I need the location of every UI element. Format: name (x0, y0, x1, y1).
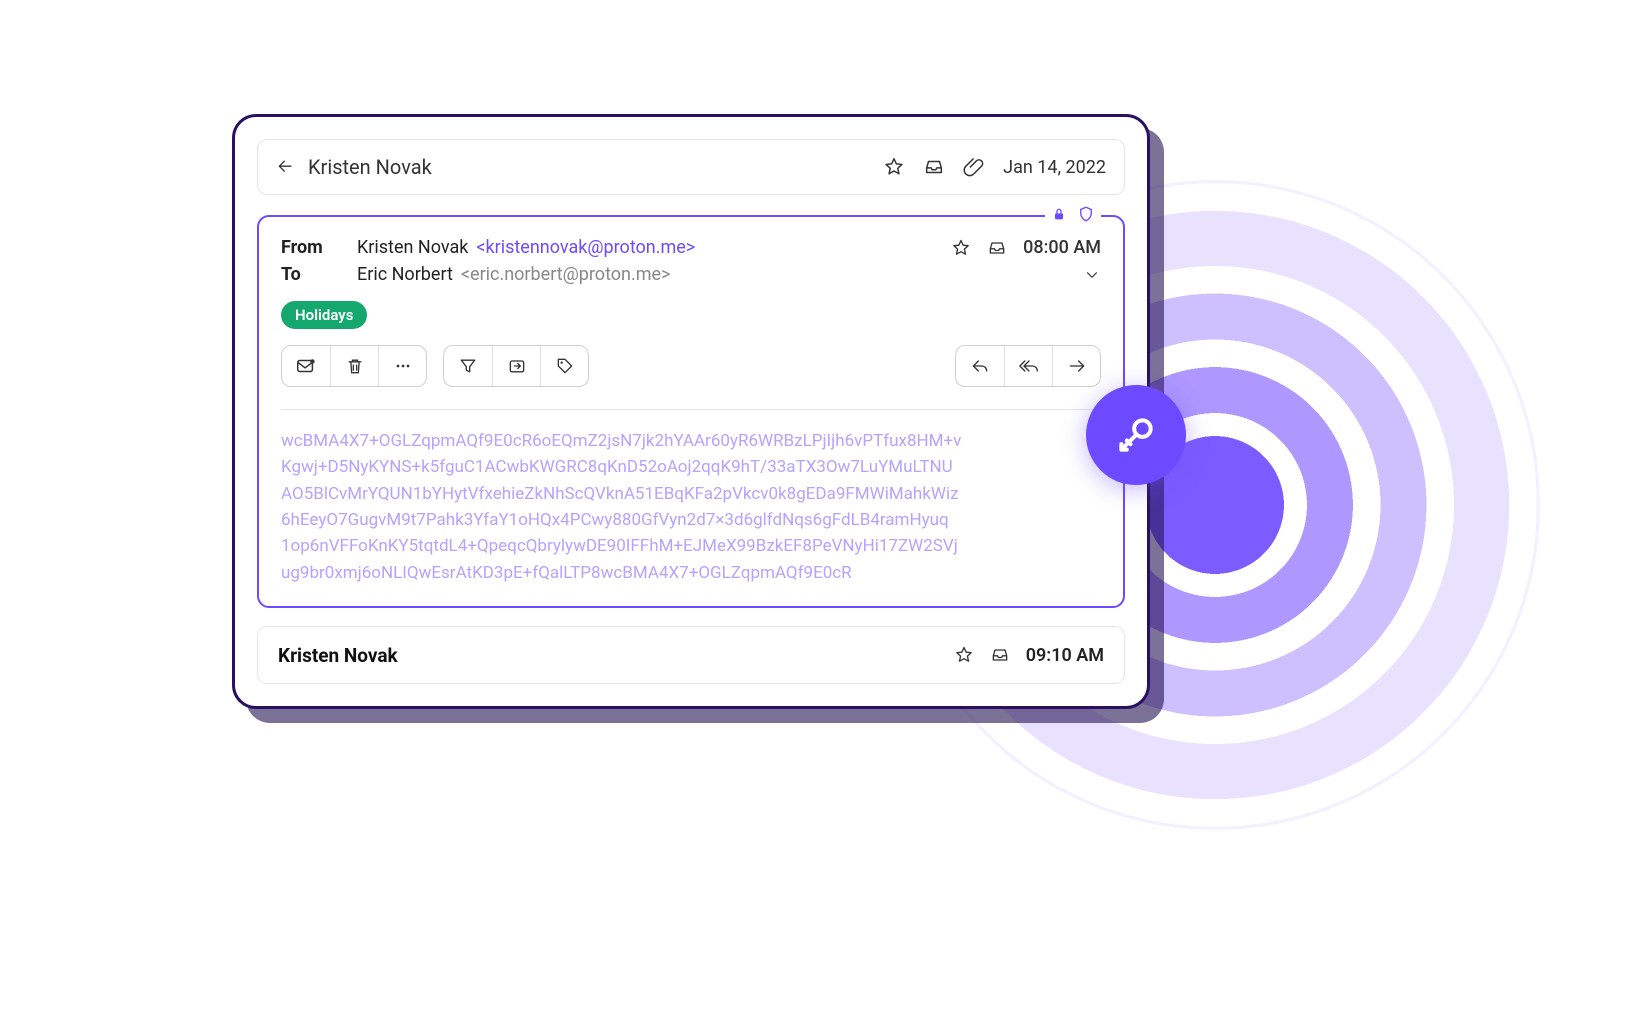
reply-button[interactable] (956, 346, 1004, 386)
more-button[interactable] (378, 346, 426, 386)
thread-date: Jan 14, 2022 (1003, 157, 1106, 178)
move-to-icon (507, 356, 527, 376)
label-button[interactable] (540, 346, 588, 386)
email-card: Kristen Novak Jan 14, 2022 (232, 114, 1150, 709)
key-icon (1114, 413, 1158, 457)
lock-icon (1051, 206, 1067, 222)
trash-button[interactable] (330, 346, 378, 386)
paperclip-icon[interactable] (963, 156, 985, 178)
thread-header: Kristen Novak Jan 14, 2022 (257, 139, 1125, 195)
message-time: 08:00 AM (1023, 237, 1101, 258)
reply-icon (970, 356, 990, 376)
star-icon[interactable] (883, 156, 905, 178)
list-item-sender: Kristen Novak (278, 644, 398, 667)
chevron-down-icon[interactable] (1083, 266, 1101, 284)
list-item-time: 09:10 AM (1026, 645, 1104, 666)
from-label: From (281, 237, 357, 258)
label-icon (555, 356, 575, 376)
filter-icon (458, 356, 478, 376)
message-list-item[interactable]: Kristen Novak 09:10 AM (257, 626, 1125, 684)
from-row: From Kristen Novak <kristennovak@proton.… (281, 237, 1101, 258)
message-toolbar (281, 345, 1101, 387)
encrypted-body: wcBMA4X7+OGLZqpmAQf9E0cR6oEQmZ2jsN7jk2hY… (281, 409, 1101, 586)
forward-icon (1067, 356, 1087, 376)
forward-button[interactable] (1052, 346, 1100, 386)
from-email: <kristennovak@proton.me> (476, 237, 695, 258)
reply-all-button[interactable] (1004, 346, 1052, 386)
encryption-key-badge (1086, 385, 1186, 485)
to-email: <eric.norbert@proton.me> (461, 264, 671, 285)
label-tag[interactable]: Holidays (281, 301, 367, 329)
toolbar-group-1 (281, 345, 427, 387)
reply-all-icon (1018, 356, 1040, 376)
shield-icon (1077, 205, 1095, 223)
encryption-badges (1045, 205, 1101, 223)
inbox-icon[interactable] (990, 645, 1010, 665)
from-name: Kristen Novak (357, 237, 468, 258)
inbox-icon[interactable] (987, 238, 1007, 258)
to-label: To (281, 264, 357, 285)
star-icon[interactable] (954, 645, 974, 665)
mark-read-icon (295, 355, 317, 377)
reply-icon[interactable] (276, 157, 296, 177)
toolbar-group-reply (955, 345, 1101, 387)
move-to-button[interactable] (492, 346, 540, 386)
star-icon[interactable] (951, 238, 971, 258)
to-name: Eric Norbert (357, 264, 453, 285)
trash-icon (345, 356, 365, 376)
inbox-icon[interactable] (923, 156, 945, 178)
to-row: To Eric Norbert <eric.norbert@proton.me> (281, 264, 1101, 285)
message-panel: From Kristen Novak <kristennovak@proton.… (257, 215, 1125, 608)
thread-sender: Kristen Novak (308, 155, 432, 179)
mark-read-button[interactable] (282, 346, 330, 386)
more-icon (393, 356, 413, 376)
filter-button[interactable] (444, 346, 492, 386)
toolbar-group-2 (443, 345, 589, 387)
